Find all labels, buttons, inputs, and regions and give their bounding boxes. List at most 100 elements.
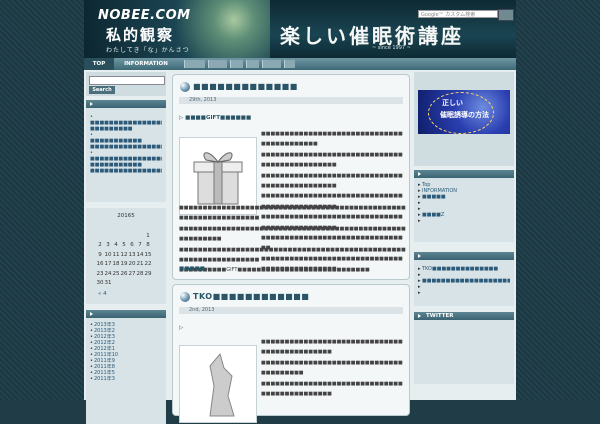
post-body: ■■■■■■■■■■■■■■■■■■■■■■■■■■■■■■■■■■■■■■■■… — [261, 337, 405, 399]
post-card: TKO■■■■■■■■■■■■ 2nd, 2013 ▷ ■■■■■■■■■■■■… — [172, 284, 410, 423]
post-title[interactable]: TKO■■■■■■■■■■■■ — [193, 292, 309, 301]
cal-day: 1 — [146, 232, 150, 239]
sidebar-search-input[interactable] — [89, 76, 165, 85]
cal-day: 8 — [146, 242, 150, 249]
text-line: ■■■■■■■■■■■■■■■■■■■■■■■■■■■■■■■■■■■■■■■■… — [179, 246, 406, 264]
cal-day: 9 — [98, 251, 102, 258]
arrow-icon — [418, 314, 421, 318]
twitter-widget — [414, 320, 514, 384]
cal-day — [112, 279, 120, 289]
cal-day: 10 — [104, 251, 112, 258]
post-title[interactable]: ■■■■■■■■■■■■■ — [193, 82, 298, 91]
recent-right-link[interactable]: ▸■■■■■■■■■■■■■■■■■■■■■■ — [418, 278, 510, 284]
site-since: ~ since 1997 ~ — [372, 45, 411, 51]
sidebar-search: Search — [86, 72, 166, 96]
cal-day: 20 — [128, 261, 136, 268]
arrow-icon — [418, 172, 421, 176]
banner-text-1: 正しい — [442, 99, 463, 107]
text-line: ■■■■■■■■■ — [261, 370, 304, 377]
cal-day: 18 — [112, 261, 120, 268]
cal-day: 15 — [144, 251, 152, 258]
post-bullet-icon — [180, 292, 190, 302]
cal-day: 22 — [144, 261, 152, 268]
nav-item-7[interactable] — [262, 60, 281, 68]
calendar-caption: 20165 — [117, 213, 135, 219]
logo-japanese: 私的観察 — [106, 26, 175, 44]
text-line: ■■■■■■■■■■■■■■■■■■■■■■■■■■■■■■■■■■■■■■■■… — [261, 339, 403, 356]
cal-day: 7 — [138, 242, 142, 249]
cal-day — [96, 231, 104, 241]
nav-item-4[interactable] — [208, 60, 227, 68]
recent-right-link[interactable]: ▸ — [418, 290, 510, 296]
cal-day — [104, 231, 112, 241]
right-sidebar: 正しい 催眠誘導の方法 ▸Top ▸INFORMATION ▸■■■■■ ▸ ▸… — [414, 72, 514, 384]
cal-day — [144, 279, 152, 289]
pages-widget: ▸Top ▸INFORMATION ▸■■■■■ ▸ ▸ ▸■■■■Z ▸ — [414, 178, 514, 242]
cal-day: 6 — [130, 242, 134, 249]
widget-header-recent — [86, 100, 166, 108]
post-category-arrow: ▷ — [179, 325, 184, 331]
cal-day: 17 — [104, 261, 112, 268]
text-line: ■■■■■■■■■■■■■■■■■■■■■■■■■■■■■■■■■■■■■■■■… — [261, 151, 403, 169]
banner-text-2: 催眠誘導の方法 — [440, 111, 489, 119]
header-search-button[interactable] — [498, 9, 514, 21]
recent-link[interactable]: ■■■■■■■■■■■■■■■■■ — [90, 144, 162, 150]
calendar-widget: 20165 1 2345678 9 10 11 12 13 14 15 16 17 18 19 20… — [86, 208, 166, 304]
cal-day: 24 — [104, 270, 112, 277]
site-logo[interactable]: NOBEE.COM 私的観察 わたしてき「な」かんさつ — [84, 0, 270, 58]
cal-day: 28 — [136, 270, 144, 277]
post-category[interactable]: ▷ ■■■■GIFT■■■■■■ — [179, 115, 251, 121]
arrow-icon — [418, 254, 421, 258]
text-line: ■■■■■■■■■■■■■■■■■■■■■■■■■■■■■■■■■■■■■■■■… — [179, 205, 406, 222]
text-line: ■■■■■■■■■■■■■■■■■■■■■■■■■■■■■■■■■■■■■■■■… — [261, 172, 403, 190]
cal-day — [128, 279, 136, 289]
cal-day: 23 — [96, 270, 104, 277]
recent-right-link[interactable]: ▸TKO■■■■■■■■■■■■■■ — [418, 266, 510, 272]
archive-link[interactable]: •2011年3 — [90, 376, 162, 382]
wolf-image — [179, 345, 257, 423]
cal-day: 31 — [104, 280, 112, 287]
logo-english: NOBEE.COM — [98, 8, 191, 23]
cal-day — [120, 279, 128, 289]
header-search-input[interactable]: Google™ カスタム検索 — [418, 10, 498, 18]
arrow-icon — [90, 312, 93, 316]
arrow-icon — [90, 102, 93, 106]
main-nav: TOP INFORMATION — [84, 58, 516, 70]
cal-day: 30 — [96, 280, 104, 287]
cal-day: 2 — [98, 242, 102, 249]
read-more-link[interactable]: ■■■■■ » — [179, 266, 210, 272]
recent-posts-widget: • ■■■■■■■■■■■■■■■■■■ ■■■■■■■■■ • ■■■■■■■… — [86, 108, 166, 202]
cal-day — [136, 279, 144, 289]
calendar-prev-link[interactable]: « 4 — [98, 291, 162, 297]
post-bullet-icon — [180, 82, 190, 92]
cal-day: 4 — [114, 242, 118, 249]
archives-widget: •2013年3 •2013年2 •2012年3 •2012年2 •2012年1 … — [86, 318, 166, 424]
recent-link[interactable]: ■■■■■■■■■■■■■■■■■ — [90, 168, 162, 174]
nav-information[interactable]: INFORMATION — [118, 58, 174, 70]
nav-top[interactable]: TOP — [84, 58, 114, 70]
nav-item-5[interactable] — [230, 60, 243, 68]
post-body-continued: ■■■■■■■■■■■■■■■■■■■■■■■■■■■■■■■■■■■■■■■■… — [179, 203, 407, 276]
nav-item-8[interactable] — [284, 60, 295, 68]
logo-subtitle: わたしてき「な」かんさつ — [106, 47, 190, 54]
widget-header-recent-right — [414, 252, 514, 260]
cal-day: 12 — [120, 251, 128, 258]
text-line: ■■■■■■■■■■■■■■■■■■■■■■■■■■■■■■■■■■■■■■■■… — [179, 225, 406, 243]
cal-day: 25 — [112, 270, 120, 277]
cal-day — [128, 231, 136, 241]
cal-day: 27 — [128, 270, 136, 277]
recent-right-widget: ▸TKO■■■■■■■■■■■■■■ ▸ ▸■■■■■■■■■■■■■■■■■■… — [414, 260, 514, 306]
nav-item-3[interactable] — [184, 60, 205, 68]
cal-day: 5 — [122, 242, 126, 249]
text-line: ■■■■■■■■■■■■■■■■■■■■■■■■■■■■■■ — [261, 359, 403, 366]
sidebar-search-button[interactable]: Search — [89, 86, 115, 94]
cal-day: 13 — [128, 251, 136, 258]
post-card: ■■■■■■■■■■■■■ 29th, 2013 ▷ ■■■■GIFT■■■■■… — [172, 74, 410, 280]
cal-day — [136, 231, 144, 241]
text-line: ■■■■■■■■■■GIFT■■■■■■■■■■■■■■■■■■■■■■■■■■… — [179, 267, 370, 274]
page-link[interactable]: ▸ — [418, 218, 510, 224]
hypnosis-banner[interactable]: 正しい 催眠誘導の方法 — [418, 90, 510, 134]
widget-header-archives — [86, 310, 166, 318]
nav-item-6[interactable] — [246, 60, 259, 68]
text-line: ■■■■■■■■■■■■■■■■■■■■■■■■■■■■■■■■■■■■■■■■… — [261, 131, 403, 148]
